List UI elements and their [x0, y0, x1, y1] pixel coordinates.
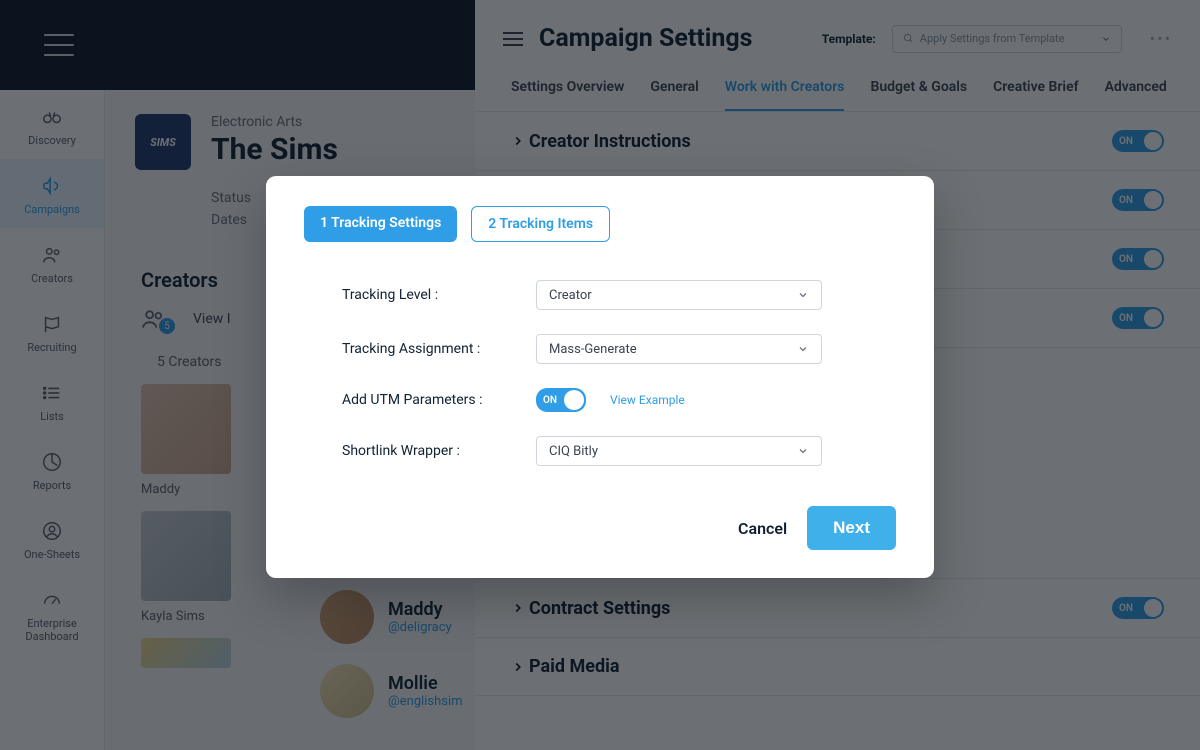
view-example-link[interactable]: View Example	[610, 393, 685, 407]
select-tracking-assignment[interactable]: Mass-Generate	[536, 334, 822, 364]
modal-tab-items[interactable]: 2 Tracking Items	[471, 206, 610, 242]
chevron-down-icon	[797, 289, 809, 301]
chevron-down-icon	[797, 445, 809, 457]
field-label-tracking-level: Tracking Level :	[304, 287, 536, 303]
chevron-down-icon	[797, 343, 809, 355]
modal-tab-settings[interactable]: 1 Tracking Settings	[304, 206, 457, 242]
utm-toggle[interactable]: ON	[536, 388, 586, 412]
field-label-shortlink: Shortlink Wrapper :	[304, 443, 536, 459]
field-label-tracking-assignment: Tracking Assignment :	[304, 341, 536, 357]
select-shortlink[interactable]: CIQ Bitly	[536, 436, 822, 466]
select-tracking-level[interactable]: Creator	[536, 280, 822, 310]
tracking-modal: 1 Tracking Settings 2 Tracking Items Tra…	[266, 176, 934, 578]
cancel-button[interactable]: Cancel	[738, 519, 787, 538]
field-label-utm: Add UTM Parameters :	[304, 392, 536, 408]
next-button[interactable]: Next	[807, 506, 896, 550]
